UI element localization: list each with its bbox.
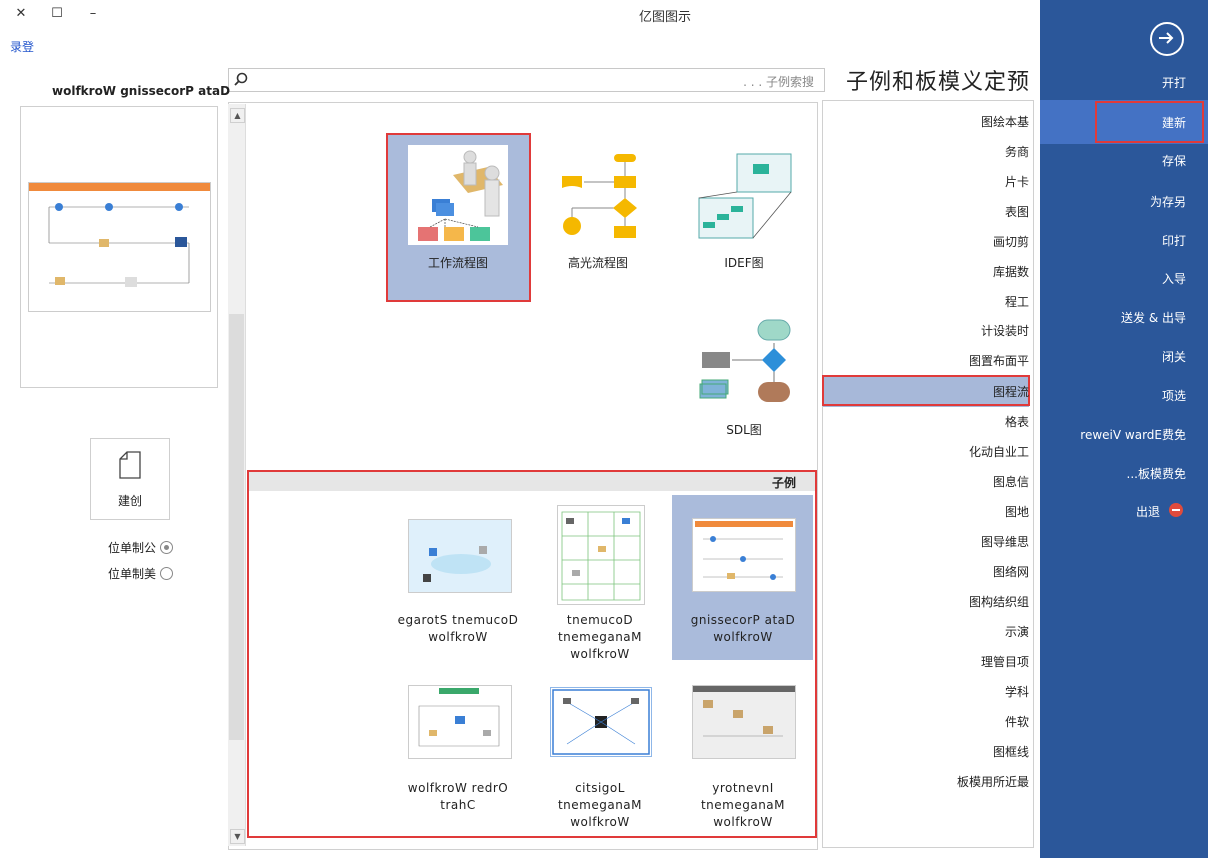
window-title: 亿图图示 (638, 10, 691, 25)
category-item[interactable]: 图表 (945, 203, 1029, 220)
preview-title: Data Processing Workflow (52, 84, 231, 98)
template-idef-label: IDEF图 (724, 256, 764, 270)
example-order-workflow-line1[interactable]: Order Workflow (388, 780, 528, 797)
example-inventory-management-line2[interactable]: Management (673, 797, 813, 814)
category-item[interactable]: 科学 (945, 683, 1029, 700)
category-item[interactable]: 剪切画 (945, 233, 1029, 250)
category-item[interactable]: 基本绘图 (945, 113, 1029, 130)
template-workflow-label: 工作流程图 (427, 256, 488, 270)
search-icon[interactable] (234, 72, 248, 89)
page-heading: 预定义模板和例子 (846, 70, 1031, 95)
menu-save[interactable]: 保存 (1130, 152, 1186, 169)
example-inventory-management-line1[interactable]: Inventory (673, 780, 813, 797)
example-logistic-management-line1[interactable]: Logistic (530, 780, 670, 797)
category-item[interactable]: 数据库 (945, 263, 1029, 280)
close-icon[interactable]: ✕ (10, 4, 32, 26)
example-document-management-thumbnail[interactable] (557, 505, 645, 605)
example-inventory-management-line3[interactable]: Workflow (673, 814, 813, 831)
category-item[interactable]: 工程 (945, 293, 1029, 310)
category-item[interactable]: 平面布置图 (945, 352, 1029, 369)
category-item[interactable]: 商务 (945, 143, 1029, 160)
scroll-up-icon[interactable]: ▲ (230, 108, 245, 123)
category-item[interactable]: 项目管理 (945, 653, 1029, 670)
workflow-thumbnail[interactable] (408, 145, 508, 245)
imperial-label[interactable]: 美制单位 (106, 565, 156, 582)
example-order-workflow-line2[interactable]: Chart (388, 797, 528, 814)
search-input[interactable]: 搜索例子 . . . (228, 68, 825, 92)
idef-thumbnail[interactable] (695, 150, 793, 245)
menu-edraw-viewer[interactable]: 免费Edraw Viewer (1070, 426, 1186, 443)
menu-import[interactable]: 导入 (1130, 270, 1186, 287)
search-placeholder: 搜索例子 . . . (743, 75, 814, 89)
category-item[interactable]: 信息图 (945, 473, 1029, 490)
back-arrow-icon[interactable] (1150, 22, 1184, 56)
category-item[interactable]: 线框图 (945, 743, 1029, 760)
example-data-processing-line1[interactable]: Data Processing (673, 612, 813, 629)
menu-print[interactable]: 打印 (1130, 232, 1186, 249)
category-item[interactable]: 最近所用模板 (945, 773, 1029, 790)
example-data-processing-thumbnail[interactable] (692, 518, 796, 592)
metric-label[interactable]: 公制单位 (106, 539, 156, 556)
example-document-storage-thumbnail[interactable] (408, 519, 512, 593)
scrollbar-thumb[interactable] (229, 314, 244, 740)
example-logistic-management-thumbnail[interactable] (550, 687, 652, 757)
example-document-management-line3[interactable]: Workflow (530, 646, 670, 663)
menu-free-templates[interactable]: 免费模板... (1100, 465, 1186, 482)
preview-image (28, 182, 211, 312)
example-logistic-management-line2[interactable]: Management (530, 797, 670, 814)
menu-save-as[interactable]: 另存为 (1120, 193, 1186, 210)
imperial-radio[interactable] (160, 567, 173, 580)
example-document-management-line1[interactable]: Document (530, 612, 670, 629)
menu-exit[interactable]: 退出 (1120, 503, 1160, 520)
menu-close[interactable]: 关闭 (1130, 348, 1186, 365)
example-logistic-management-line3[interactable]: Workflow (530, 814, 670, 831)
category-item[interactable]: 地图 (945, 503, 1029, 520)
login-link[interactable]: 登录 (10, 38, 34, 55)
create-button-label[interactable]: 创建 (90, 492, 170, 509)
maximize-icon[interactable]: ☐ (46, 4, 68, 26)
category-item[interactable]: 组织结构图 (945, 593, 1029, 610)
category-item[interactable]: 卡片 (945, 173, 1029, 190)
category-item[interactable]: 工业自动化 (945, 443, 1029, 460)
menu-options[interactable]: 选项 (1130, 387, 1186, 404)
menu-export-send[interactable]: 导出 & 发送 (1100, 309, 1186, 326)
category-item[interactable]: 表格 (945, 413, 1029, 430)
new-document-icon (119, 451, 141, 479)
example-order-workflow-thumbnail[interactable] (408, 685, 512, 759)
template-highlight-flowchart-label: 高光流程图 (567, 256, 628, 270)
menu-open[interactable]: 打开 (1130, 74, 1186, 91)
category-item[interactable]: 思维导图 (945, 533, 1029, 550)
minimize-icon[interactable]: – (82, 4, 104, 26)
example-document-management-line2[interactable]: Management (530, 629, 670, 646)
category-item[interactable]: 软件 (945, 713, 1029, 730)
example-inventory-management-thumbnail[interactable] (692, 685, 796, 759)
example-document-storage-line1[interactable]: Document Storage (388, 612, 528, 629)
category-item[interactable]: 演示 (945, 623, 1029, 640)
sdl-thumbnail[interactable] (698, 318, 792, 413)
scroll-down-icon[interactable]: ▼ (230, 829, 245, 844)
category-item[interactable]: 时装设计 (945, 322, 1029, 339)
exit-icon[interactable] (1169, 503, 1183, 517)
category-item[interactable]: 网络图 (945, 563, 1029, 580)
template-sdl-label: SDL图 (726, 423, 762, 437)
example-document-storage-line2[interactable]: Workflow (388, 629, 528, 646)
menu-new[interactable]: 新建 (1130, 114, 1186, 131)
category-item[interactable]: 流程图 (945, 383, 1029, 400)
highlight-flowchart-thumbnail[interactable] (558, 150, 644, 245)
metric-radio[interactable] (160, 541, 173, 554)
example-data-processing-line2[interactable]: Workflow (673, 629, 813, 646)
